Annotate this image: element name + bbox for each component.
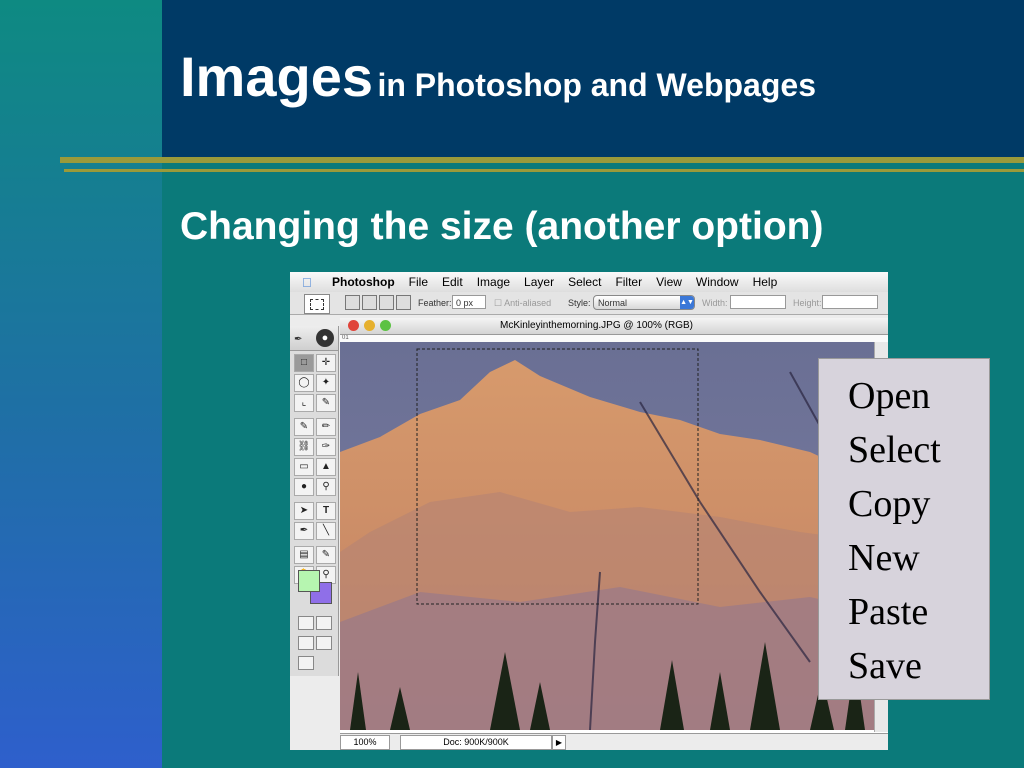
eyedropper-tool-icon[interactable]: ✎ (316, 546, 336, 564)
slide-title: Images in Photoshop and Webpages (180, 44, 816, 109)
menu-filter[interactable]: Filter (615, 275, 642, 289)
width-input[interactable] (730, 295, 786, 309)
options-bar: Feather: 0 px ☐ Anti-aliased Style: Norm… (290, 292, 888, 315)
screen-mode-icon[interactable] (298, 636, 314, 650)
document-window: McKinleyinthemorning.JPG @ 100% (RGB) 01 (340, 318, 888, 750)
crop-tool-icon[interactable]: ⌞ (294, 394, 314, 412)
photoshop-screenshot:  Photoshop File Edit Image Layer Select… (290, 272, 888, 750)
brush-tool-icon[interactable]: ✏ (316, 418, 336, 436)
step-copy: Copy (848, 483, 931, 525)
menu-view[interactable]: View (656, 275, 682, 289)
zoom-level-field[interactable]: 100% (340, 735, 390, 750)
menu-help[interactable]: Help (753, 275, 778, 289)
menu-window[interactable]: Window (696, 275, 739, 289)
magic-wand-tool-icon[interactable]: ✦ (316, 374, 336, 392)
subtract-selection-button[interactable] (379, 295, 394, 310)
height-input[interactable] (822, 295, 878, 309)
style-select[interactable]: Normal ▲▼ (593, 295, 695, 310)
height-label: Height: (793, 298, 822, 308)
healing-brush-tool-icon[interactable]: ✎ (294, 418, 314, 436)
slide-title-main: Images (180, 45, 373, 108)
apple-icon[interactable]:  (302, 275, 322, 290)
quick-mask-mode-icon[interactable] (316, 616, 332, 630)
menu-layer[interactable]: Layer (524, 275, 554, 289)
tool-grid: □✛ ◯✦ ⌞✎ ✎✏ ⛓✑ ▭▲ ●⚲ ➤T ✒╲ ▤✎ ✋⚲ (294, 354, 336, 586)
toolbox-header: ✒ ● (290, 326, 338, 351)
notes-tool-icon[interactable]: ▤ (294, 546, 314, 564)
step-new: New (848, 537, 920, 579)
foreground-color-swatch[interactable] (298, 570, 320, 592)
color-swatches (298, 570, 336, 606)
close-window-icon[interactable] (348, 320, 359, 331)
zoom-window-icon[interactable] (380, 320, 391, 331)
menu-edit[interactable]: Edit (442, 275, 463, 289)
steps-box: Open Select Copy New Paste Save (818, 358, 990, 700)
minimize-window-icon[interactable] (364, 320, 375, 331)
step-open: Open (848, 375, 931, 417)
style-select-value: Normal (598, 298, 628, 308)
doc-size-info: Doc: 900K/900K (400, 735, 552, 750)
standard-mode-icon[interactable] (298, 616, 314, 630)
selection-mode-buttons (345, 295, 411, 310)
path-selection-tool-icon[interactable]: ➤ (294, 502, 314, 520)
line-tool-icon[interactable]: ╲ (316, 522, 336, 540)
feather-input[interactable]: 0 px (452, 295, 486, 309)
eraser-tool-icon[interactable]: ▭ (294, 458, 314, 476)
jump-to-imageready-icon[interactable] (298, 656, 314, 670)
slide-subtitle: Changing the size (another option) (180, 205, 824, 248)
slide-title-rest: in Photoshop and Webpages (377, 67, 816, 103)
document-title-bar: McKinleyinthemorning.JPG @ 100% (RGB) (340, 318, 888, 335)
menu-bar:  Photoshop File Edit Image Layer Select… (290, 272, 888, 293)
move-tool-icon[interactable]: ✛ (316, 354, 336, 372)
play-arrow-icon[interactable]: ▶ (552, 735, 566, 750)
antialiased-label: Anti-aliased (504, 298, 552, 308)
dodge-tool-icon[interactable]: ⚲ (316, 478, 336, 496)
menu-app-photoshop[interactable]: Photoshop (332, 275, 395, 289)
menu-image[interactable]: Image (477, 275, 510, 289)
menu-file[interactable]: File (409, 275, 428, 289)
full-screen-mode-icon[interactable] (316, 636, 332, 650)
step-save: Save (848, 645, 922, 687)
blur-tool-icon[interactable]: ● (294, 478, 314, 496)
photo-canvas[interactable] (340, 342, 875, 730)
new-selection-button[interactable] (345, 295, 360, 310)
menu-select[interactable]: Select (568, 275, 601, 289)
lasso-tool-icon[interactable]: ◯ (294, 374, 314, 392)
document-title: McKinleyinthemorning.JPG @ 100% (RGB) (500, 320, 693, 331)
step-paste: Paste (848, 591, 929, 633)
history-brush-tool-icon[interactable]: ✑ (316, 438, 336, 456)
pen-tool-icon[interactable]: ✒ (294, 522, 314, 540)
eye-icon[interactable]: ● (316, 329, 334, 347)
paint-bucket-tool-icon[interactable]: ▲ (316, 458, 336, 476)
tool-preset-picker[interactable] (304, 294, 330, 314)
clone-stamp-tool-icon[interactable]: ⛓ (294, 438, 314, 456)
width-label: Width: (702, 298, 728, 308)
intersect-selection-button[interactable] (396, 295, 411, 310)
title-rule-thin (64, 169, 1024, 172)
toolbox-panel: ✒ ● □✛ ◯✦ ⌞✎ ✎✏ ⛓✑ ▭▲ ●⚲ ➤T ✒╲ ▤✎ ✋⚲ (290, 326, 339, 676)
status-bar: 100% Doc: 900K/900K ▶ (340, 733, 888, 750)
feather-icon: ✒ (294, 334, 303, 345)
style-label: Style: (568, 298, 591, 308)
feather-label: Feather: (418, 298, 452, 308)
title-rule (60, 157, 1024, 163)
type-tool-icon[interactable]: T (316, 502, 336, 520)
chevron-updown-icon: ▲▼ (680, 296, 694, 309)
marquee-tool-icon[interactable]: □ (294, 354, 314, 372)
slide-left-band (0, 0, 162, 768)
step-select: Select (848, 429, 941, 471)
mountain-photo (340, 342, 875, 730)
antialiased-checkbox[interactable]: ☐ Anti-aliased (494, 298, 551, 309)
add-selection-button[interactable] (362, 295, 377, 310)
slice-tool-icon[interactable]: ✎ (316, 394, 336, 412)
